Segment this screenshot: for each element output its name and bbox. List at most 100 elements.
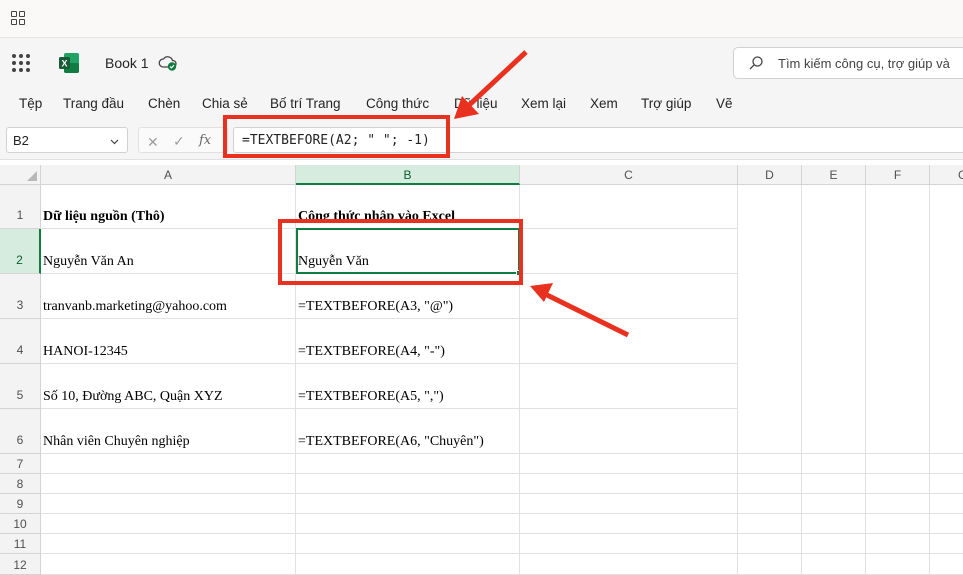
empty-cell[interactable] xyxy=(520,554,738,575)
column-header-c[interactable]: C xyxy=(520,165,738,185)
column-header-g[interactable]: G xyxy=(930,165,963,185)
name-box[interactable]: B2 xyxy=(6,127,128,153)
insert-function-icon[interactable]: fx xyxy=(199,133,211,148)
cell-c4[interactable] xyxy=(520,319,738,364)
cell-block-d[interactable] xyxy=(738,185,802,454)
empty-cell[interactable] xyxy=(738,554,802,575)
enter-check-icon[interactable]: ✓ xyxy=(173,133,185,150)
empty-cell[interactable] xyxy=(930,454,963,474)
row-header-11[interactable]: 11 xyxy=(0,534,41,554)
tab-page-layout[interactable]: Bố trí Trang xyxy=(270,96,341,111)
tab-data[interactable]: Dữ liệu xyxy=(454,96,498,111)
empty-cell[interactable] xyxy=(296,474,520,494)
empty-cell[interactable] xyxy=(802,554,866,575)
cancel-icon[interactable]: ✕ xyxy=(147,134,159,151)
empty-cell[interactable] xyxy=(296,534,520,554)
empty-cell[interactable] xyxy=(41,534,296,554)
tab-review[interactable]: Xem lại xyxy=(521,96,566,111)
tab-share[interactable]: Chia sẻ xyxy=(202,96,248,111)
empty-cell[interactable] xyxy=(520,514,738,534)
column-header-e[interactable]: E xyxy=(802,165,866,185)
app-launcher-icon[interactable] xyxy=(12,54,30,72)
tab-home[interactable]: Trang đầu xyxy=(63,96,124,111)
column-header-f[interactable]: F xyxy=(866,165,930,185)
cell-b4[interactable]: =TEXTBEFORE(A4, "-") xyxy=(296,319,520,364)
empty-cell[interactable] xyxy=(296,494,520,514)
row-header-2[interactable]: 2 xyxy=(0,229,41,274)
cell-a2[interactable]: Nguyễn Văn An xyxy=(41,229,296,274)
empty-cell[interactable] xyxy=(930,474,963,494)
tab-formulas[interactable]: Công thức xyxy=(366,96,429,111)
tab-help[interactable]: Trợ giúp xyxy=(641,96,691,111)
cloud-saved-icon[interactable] xyxy=(158,54,178,72)
cell-c6[interactable] xyxy=(520,409,738,454)
empty-cell[interactable] xyxy=(930,514,963,534)
empty-cell[interactable] xyxy=(41,514,296,534)
empty-cell[interactable] xyxy=(802,534,866,554)
empty-cell[interactable] xyxy=(866,534,930,554)
empty-cell[interactable] xyxy=(738,494,802,514)
empty-cell[interactable] xyxy=(520,534,738,554)
tab-view[interactable]: Xem xyxy=(590,96,618,111)
cell-a4[interactable]: HANOI-12345 xyxy=(41,319,296,364)
empty-cell[interactable] xyxy=(738,454,802,474)
row-header-1[interactable]: 1 xyxy=(0,185,41,229)
cell-a6[interactable]: Nhân viên Chuyên nghiệp xyxy=(41,409,296,454)
empty-cell[interactable] xyxy=(866,554,930,575)
empty-cell[interactable] xyxy=(41,494,296,514)
empty-cell[interactable] xyxy=(802,494,866,514)
select-all-corner[interactable] xyxy=(0,165,41,185)
cell-c3[interactable] xyxy=(520,274,738,319)
empty-cell[interactable] xyxy=(930,554,963,575)
apps-grid-icon[interactable] xyxy=(11,11,25,25)
row-header-6[interactable]: 6 xyxy=(0,409,41,454)
cell-block-e[interactable] xyxy=(802,185,866,454)
column-header-b[interactable]: B xyxy=(296,165,520,185)
empty-cell[interactable] xyxy=(296,554,520,575)
empty-cell[interactable] xyxy=(296,514,520,534)
cell-b6[interactable]: =TEXTBEFORE(A6, "Chuyên") xyxy=(296,409,520,454)
empty-cell[interactable] xyxy=(802,514,866,534)
row-header-4[interactable]: 4 xyxy=(0,319,41,364)
empty-cell[interactable] xyxy=(866,514,930,534)
row-header-5[interactable]: 5 xyxy=(0,364,41,409)
empty-cell[interactable] xyxy=(41,474,296,494)
tab-file[interactable]: Tệp xyxy=(19,96,42,111)
empty-cell[interactable] xyxy=(866,474,930,494)
row-header-3[interactable]: 3 xyxy=(0,274,41,319)
empty-cell[interactable] xyxy=(802,454,866,474)
cell-b5[interactable]: =TEXTBEFORE(A5, ",") xyxy=(296,364,520,409)
empty-cell[interactable] xyxy=(41,554,296,575)
row-header-8[interactable]: 8 xyxy=(0,474,41,494)
column-header-a[interactable]: A xyxy=(41,165,296,185)
cell-c5[interactable] xyxy=(520,364,738,409)
empty-cell[interactable] xyxy=(738,514,802,534)
empty-cell[interactable] xyxy=(296,454,520,474)
empty-cell[interactable] xyxy=(520,454,738,474)
empty-cell[interactable] xyxy=(930,534,963,554)
row-header-9[interactable]: 9 xyxy=(0,494,41,514)
cell-a1[interactable]: Dữ liệu nguồn (Thô) xyxy=(41,185,296,229)
tab-insert[interactable]: Chèn xyxy=(148,96,180,111)
cell-block-f[interactable] xyxy=(866,185,930,454)
cell-block-g[interactable] xyxy=(930,185,963,454)
empty-cell[interactable] xyxy=(866,454,930,474)
row-header-12[interactable]: 12 xyxy=(0,554,41,575)
row-header-10[interactable]: 10 xyxy=(0,514,41,534)
cell-a3[interactable]: tranvanb.marketing@yahoo.com xyxy=(41,274,296,319)
tab-draw[interactable]: Vẽ xyxy=(716,96,733,111)
cell-c2[interactable] xyxy=(520,229,738,274)
empty-cell[interactable] xyxy=(738,474,802,494)
empty-cell[interactable] xyxy=(41,454,296,474)
empty-cell[interactable] xyxy=(866,494,930,514)
workbook-title[interactable]: Book 1 xyxy=(105,55,149,71)
empty-cell[interactable] xyxy=(930,494,963,514)
empty-cell[interactable] xyxy=(738,534,802,554)
cell-a5[interactable]: Số 10, Đường ABC, Quận XYZ xyxy=(41,364,296,409)
empty-cell[interactable] xyxy=(520,474,738,494)
cell-c1[interactable] xyxy=(520,185,738,229)
row-header-7[interactable]: 7 xyxy=(0,454,41,474)
empty-cell[interactable] xyxy=(520,494,738,514)
column-header-d[interactable]: D xyxy=(738,165,802,185)
search-box[interactable]: Tìm kiếm công cụ, trợ giúp và xyxy=(733,47,963,79)
